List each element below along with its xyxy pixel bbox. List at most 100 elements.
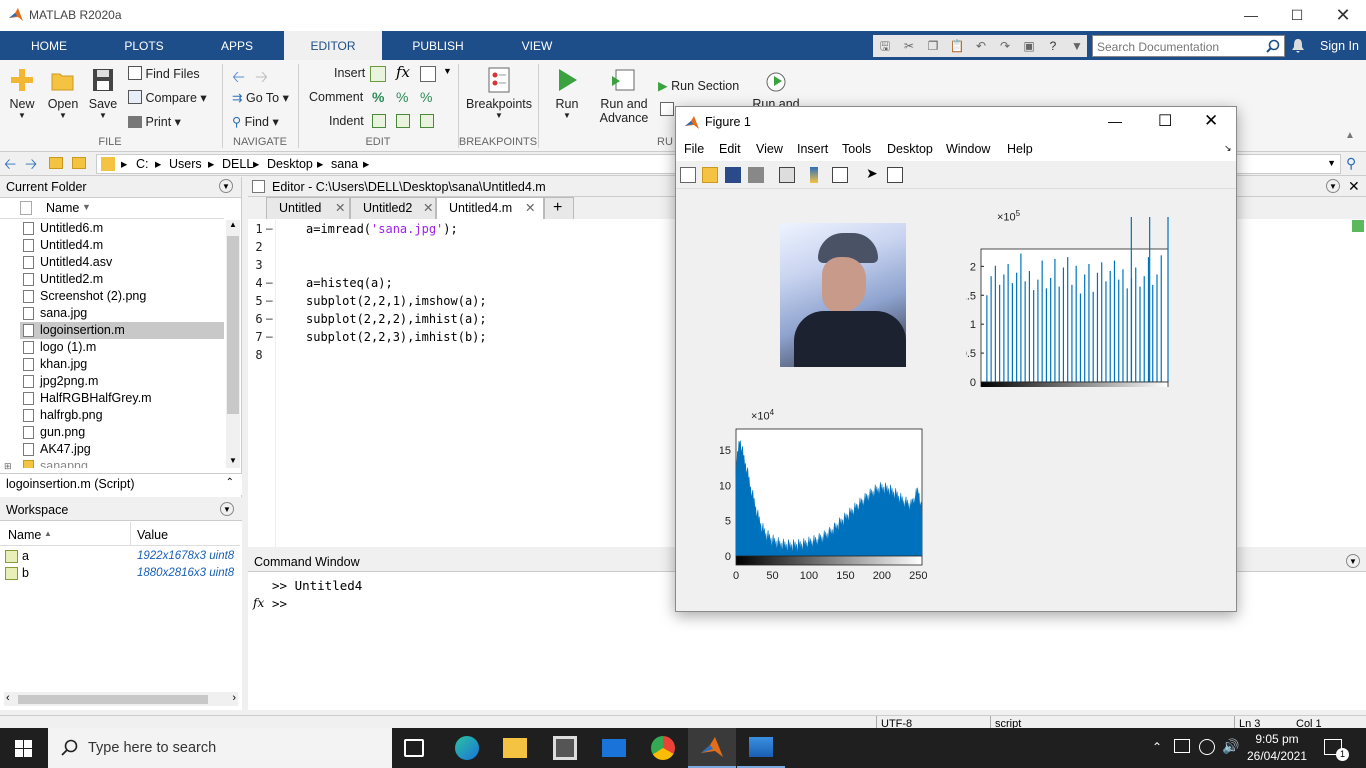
tab-publish[interactable]: PUBLISH — [404, 31, 472, 60]
scroll-thumb[interactable] — [18, 695, 208, 704]
file-item[interactable]: AK47.jpg — [20, 441, 224, 458]
breadcrumb-users[interactable]: Users — [169, 157, 202, 171]
workspace-var-row[interactable]: a 1922x1678x3 uint8 — [0, 548, 240, 565]
breakpoint-marker[interactable]: – — [266, 311, 273, 325]
expand-icon[interactable]: ⊞ — [4, 461, 12, 472]
wrap-comment-icon[interactable]: % — [420, 89, 432, 105]
figure-close-button[interactable]: ✕ — [1204, 111, 1218, 131]
new-button[interactable]: New ▼ — [6, 66, 38, 120]
edge-browser-icon[interactable] — [455, 736, 479, 760]
file-item[interactable]: sana.jpg — [20, 305, 224, 322]
code-line-6[interactable]: subplot(2,2,2),imhist(a); — [306, 312, 487, 326]
new-tab-button[interactable]: + — [544, 197, 574, 219]
menu-edit[interactable]: Edit — [719, 142, 741, 156]
close-tab-icon[interactable]: ✕ — [525, 198, 535, 219]
search-documentation-input[interactable]: Search Documentation — [1092, 35, 1285, 57]
file-explorer-icon[interactable] — [503, 738, 527, 758]
plot-tools-icon[interactable] — [887, 167, 903, 183]
file-item[interactable]: halfrgb.png — [20, 407, 224, 424]
collapse-ribbon-icon[interactable]: ▲ — [1345, 130, 1355, 141]
menu-desktop[interactable]: Desktop — [887, 142, 933, 156]
compare-button[interactable]: Compare ▾ — [128, 90, 207, 105]
breakpoints-button[interactable]: Breakpoints ▼ — [466, 66, 532, 120]
dropdown-icon[interactable]: ▼ — [1069, 38, 1085, 54]
breakpoint-marker[interactable]: – — [266, 329, 273, 343]
chevron-down-icon[interactable]: ▼ — [443, 66, 452, 76]
maximize-button[interactable]: ☐ — [1274, 0, 1320, 31]
breadcrumb-sana[interactable]: sana — [331, 157, 358, 171]
chevron-up-icon[interactable]: ⌃ — [226, 477, 234, 488]
menu-file[interactable]: File — [684, 142, 704, 156]
breakpoint-marker[interactable]: – — [266, 275, 273, 289]
close-button[interactable]: ✕ — [1320, 0, 1366, 31]
file-item[interactable]: gun.png — [20, 424, 224, 441]
figure-maximize-button[interactable]: ☐ — [1158, 111, 1172, 131]
redo-icon[interactable]: ↷ — [997, 38, 1013, 54]
insert-section-icon[interactable] — [370, 66, 386, 82]
menu-help[interactable]: Help — [1007, 142, 1033, 156]
file-item[interactable]: Untitled4.m — [20, 237, 224, 254]
copy-icon[interactable]: ❐ — [925, 38, 941, 54]
windows-start-icon[interactable] — [15, 740, 32, 757]
back-arrow-icon[interactable]: 🡠 — [232, 66, 245, 93]
code-line-1[interactable]: a=imread('sana.jpg'); — [306, 222, 458, 236]
workspace-var-row[interactable]: b 1880x2816x3 uint8 — [0, 565, 240, 582]
pointer-icon[interactable]: ➤ — [866, 165, 878, 182]
volume-icon[interactable]: 🔊 — [1222, 738, 1239, 755]
file-item-selected[interactable]: logoinsertion.m — [20, 322, 224, 339]
save-figure-icon[interactable] — [725, 167, 741, 183]
help-icon[interactable]: ? — [1045, 38, 1061, 54]
search-icon[interactable] — [1266, 39, 1280, 53]
menu-insert[interactable]: Insert — [797, 142, 828, 156]
show-hidden-icons[interactable]: ⌃ — [1152, 740, 1162, 754]
vertical-scrollbar[interactable]: ▲ ▼ — [226, 220, 240, 468]
fx-icon[interactable]: fx — [396, 63, 410, 81]
up-folder-icon[interactable] — [49, 157, 63, 169]
scroll-left-icon[interactable]: ‹ — [6, 692, 10, 704]
breadcrumb-c[interactable]: C: — [136, 157, 149, 171]
editor-tab[interactable]: Untitled ✕ — [266, 197, 350, 219]
bell-icon[interactable] — [1291, 38, 1305, 54]
network-icon[interactable] — [1174, 739, 1190, 753]
panel-actions-icon[interactable]: ▼ — [1326, 179, 1340, 193]
chrome-icon[interactable] — [651, 736, 675, 760]
run-and-advance-button[interactable]: Run and Advance — [598, 66, 650, 125]
file-item[interactable]: jpg2png.m — [20, 373, 224, 390]
file-item[interactable]: Screenshot (2).png — [20, 288, 224, 305]
figure-title-bar[interactable]: Figure 1 — ☐ ✕ — [676, 107, 1236, 139]
breadcrumb-dell[interactable]: DELL — [222, 157, 253, 171]
insert-button[interactable]: Insert — [334, 66, 365, 80]
run-and-time-button[interactable]: Run and — [752, 66, 800, 111]
breakpoint-marker[interactable]: – — [266, 293, 273, 307]
undo-icon[interactable]: ↶ — [973, 38, 989, 54]
file-item[interactable]: Untitled2.m — [20, 271, 224, 288]
panel-actions-icon[interactable]: ▼ — [219, 179, 233, 193]
find-button[interactable]: ⚲ Find ▾ — [232, 114, 279, 129]
fx-icon[interactable]: fx — [253, 596, 264, 610]
menu-view[interactable]: View — [756, 142, 783, 156]
run-section-button[interactable]: ▶ Run Section — [658, 78, 739, 93]
close-editor-icon[interactable]: ✕ — [1348, 178, 1360, 195]
clock-date[interactable]: 26/04/2021 — [1246, 749, 1308, 763]
taskbar-search-box[interactable]: Type here to search — [48, 728, 392, 768]
tab-view[interactable]: VIEW — [505, 31, 569, 60]
print-button[interactable]: Print ▾ — [128, 114, 181, 129]
file-item[interactable]: HalfRGBHalfGrey.m — [20, 390, 224, 407]
close-tab-icon[interactable]: ✕ — [335, 198, 345, 219]
workspace-column-header[interactable]: Name ▲ Value — [0, 522, 240, 546]
comment-button[interactable]: Comment — [309, 90, 363, 104]
forward-arrow-icon[interactable]: 🡢 — [255, 66, 268, 93]
matlab-taskbar-button[interactable] — [688, 728, 736, 768]
task-view-icon[interactable] — [404, 739, 424, 757]
minimize-button[interactable]: — — [1228, 0, 1274, 31]
path-dropdown-icon[interactable]: ▼ — [1327, 158, 1336, 168]
colorbar-icon[interactable] — [810, 167, 818, 183]
clock-time[interactable]: 9:05 pm — [1248, 732, 1306, 746]
indent-button[interactable]: Indent — [329, 114, 364, 128]
advance-icon[interactable] — [660, 102, 674, 116]
file-item[interactable]: Untitled6.m — [20, 220, 224, 237]
run-button[interactable]: Run ▼ — [551, 66, 583, 120]
paste-icon[interactable]: 📋 — [949, 38, 965, 54]
increase-indent-icon[interactable] — [396, 114, 410, 128]
tab-plots[interactable]: PLOTS — [112, 31, 176, 60]
